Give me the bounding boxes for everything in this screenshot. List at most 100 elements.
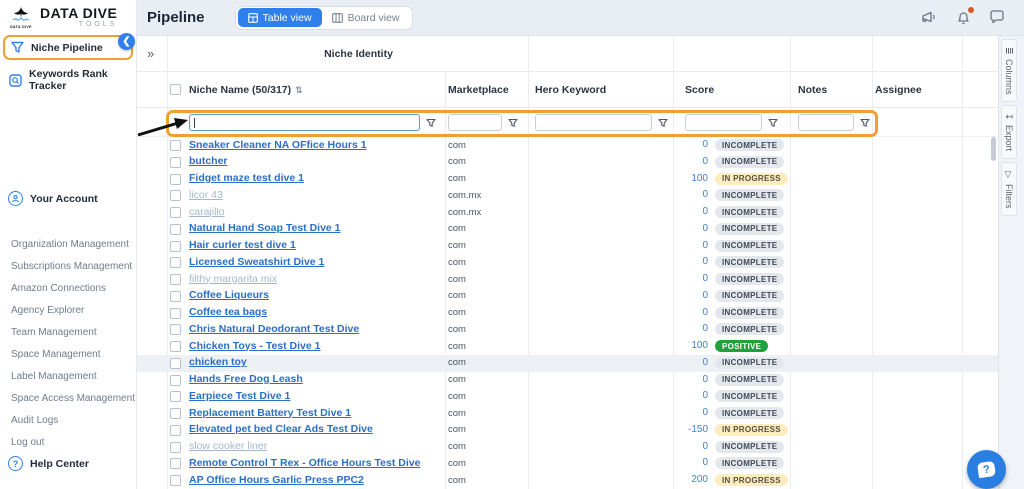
table-row[interactable]: Hands Free Dog Leash com 0 INCOMPLETE [137, 372, 998, 389]
row-checkbox[interactable] [170, 307, 181, 319]
table-row[interactable]: Chris Natural Deodorant Test Dive com 0 INC… [137, 321, 998, 338]
niche-name-link[interactable]: AP Office Hours Garlic Press PPC2 [189, 474, 364, 486]
niche-name-link[interactable]: Remote Control T Rex - Office Hours Test… [189, 457, 420, 469]
filter-funnel-icon[interactable] [860, 118, 870, 128]
table-row[interactable]: slow cooker liner com 0 INCOMPLETE [137, 439, 998, 456]
table-row[interactable]: chicken toy com 0 INCOMPLETE [137, 354, 998, 372]
board-view-button[interactable]: Board view [322, 8, 410, 27]
row-checkbox[interactable] [170, 424, 181, 436]
sidebar-item-your-account[interactable]: Your Account [0, 186, 136, 211]
brand-logo[interactable]: DATA DIVE DATA DIVE TOOLS [0, 0, 136, 29]
row-checkbox[interactable] [170, 140, 181, 151]
table-row[interactable]: Elevated pet bed Clear Ads Test Dive com -… [137, 422, 998, 439]
niche-name-link[interactable]: Replacement Battery Test Dive 1 [189, 407, 351, 419]
niche-name-link[interactable]: butcher [189, 155, 228, 167]
side-tab-columns[interactable]: ≣ Columns [1001, 39, 1017, 103]
expand-rows-icon[interactable]: » [147, 46, 154, 61]
table-row[interactable]: AP Office Hours Garlic Press PPC2 com 200 I… [137, 472, 998, 489]
column-header-notes[interactable]: Notes [798, 72, 827, 108]
row-checkbox[interactable] [170, 156, 181, 168]
sidebar-item-niche-pipeline[interactable]: Niche Pipeline [3, 35, 133, 60]
help-chat-button[interactable]: ? [967, 450, 1006, 489]
filter-funnel-icon[interactable] [508, 118, 518, 128]
row-checkbox[interactable] [170, 240, 181, 252]
niche-name-link[interactable]: Licensed Sweatshirt Dive 1 [189, 256, 324, 268]
niche-name-link[interactable]: Hands Free Dog Leash [189, 373, 303, 385]
sidebar-item-help-center[interactable]: ? Help Center [0, 451, 136, 476]
filter-input-score[interactable] [685, 114, 762, 131]
table-row[interactable]: Sneaker Cleaner NA OFfice Hours 1 com 0 INC… [137, 137, 998, 154]
filter-input-niche_name[interactable] [189, 114, 420, 131]
table-row[interactable]: butcher com 0 INCOMPLETE [137, 154, 998, 171]
column-header-niche-name[interactable]: Niche Name (50/317) ⇅ [189, 72, 303, 108]
table-row[interactable]: Coffee tea bags com 0 INCOMPLETE [137, 305, 998, 322]
table-row[interactable]: Hair curler test dive 1 com 0 INCOMPLETE [137, 238, 998, 255]
column-header-marketplace[interactable]: Marketplace [448, 72, 509, 108]
chat-icon[interactable] [988, 9, 1006, 27]
row-checkbox[interactable] [170, 441, 181, 453]
filter-input-marketplace[interactable] [448, 114, 502, 131]
sidebar-link-space-management[interactable]: Space Management [11, 344, 135, 366]
niche-name-link[interactable]: slow cooker liner [189, 440, 267, 452]
row-checkbox[interactable] [170, 173, 181, 185]
bell-icon[interactable] [954, 6, 974, 27]
niche-name-link[interactable]: Coffee Liqueurs [189, 289, 269, 301]
niche-name-link[interactable]: Earpiece Test Dive 1 [189, 390, 290, 402]
table-row[interactable]: Fidget maze test dive 1 com 100 IN PROGRESS [137, 171, 998, 188]
sidebar-item-keywords-rank-tracker[interactable]: Keywords Rank Tracker [0, 63, 136, 97]
row-checkbox[interactable] [170, 458, 181, 470]
table-row[interactable]: Natural Hand Soap Test Dive 1 com 0 INCOMPL… [137, 221, 998, 238]
side-tab-export[interactable]: ↧ Export [1001, 105, 1017, 159]
side-tab-filters[interactable]: ▽ Filters [1001, 161, 1017, 217]
row-checkbox[interactable] [170, 190, 181, 202]
sidebar-link-amazon-connections[interactable]: Amazon Connections [11, 278, 135, 300]
select-all-checkbox[interactable] [170, 84, 181, 95]
row-checkbox[interactable] [170, 324, 181, 336]
sidebar-link-agency-explorer[interactable]: Agency Explorer [11, 300, 135, 322]
row-checkbox[interactable] [170, 408, 181, 419]
vertical-scrollbar[interactable] [991, 137, 996, 161]
filter-input-notes[interactable] [798, 114, 854, 131]
row-checkbox[interactable] [170, 207, 181, 218]
niche-name-link[interactable]: Chicken Toys - Test Dive 1 [189, 340, 321, 352]
table-row[interactable]: Chicken Toys - Test Dive 1 com 100 POSITIVE [137, 338, 998, 355]
niche-name-link[interactable]: filthy margarita mix [189, 273, 277, 285]
niche-name-link[interactable]: Chris Natural Deodorant Test Dive [189, 323, 359, 335]
table-row[interactable]: Earpiece Test Dive 1 com 0 INCOMPLETE [137, 388, 998, 405]
niche-name-link[interactable]: Coffee tea bags [189, 306, 267, 318]
filter-input-hero_keyword[interactable] [535, 114, 652, 131]
niche-name-link[interactable]: chicken toy [189, 356, 247, 368]
niche-name-link[interactable]: Fidget maze test dive 1 [189, 172, 304, 184]
sidebar-link-team-management[interactable]: Team Management [11, 322, 135, 344]
niche-name-link[interactable]: Hair curler test dive 1 [189, 239, 296, 251]
megaphone-icon[interactable] [920, 9, 938, 27]
column-header-hero-keyword[interactable]: Hero Keyword [535, 72, 606, 108]
table-row[interactable]: carajillo com.mx 0 INCOMPLETE [137, 204, 998, 221]
table-view-button[interactable]: Table view [237, 8, 322, 27]
column-header-score[interactable]: Score [685, 72, 714, 108]
table-row[interactable]: Coffee Liqueurs com 0 INCOMPLETE [137, 288, 998, 305]
sidebar-link-label-management[interactable]: Label Management [11, 366, 135, 388]
niche-name-link[interactable]: Sneaker Cleaner NA OFfice Hours 1 [189, 139, 367, 151]
collapse-sidebar-button[interactable]: ❮ [118, 33, 135, 50]
table-row[interactable]: licor 43 com.mx 0 INCOMPLETE [137, 187, 998, 204]
niche-name-link[interactable]: licor 43 [189, 189, 223, 201]
table-row[interactable]: Remote Control T Rex - Office Hours Test… [137, 455, 998, 472]
table-row[interactable]: filthy margarita mix com 0 INCOMPLETE [137, 271, 998, 288]
niche-name-link[interactable]: Elevated pet bed Clear Ads Test Dive [189, 423, 373, 435]
row-checkbox[interactable] [170, 223, 181, 235]
filter-funnel-icon[interactable] [658, 118, 668, 128]
row-checkbox[interactable] [170, 290, 181, 302]
filter-funnel-icon[interactable] [768, 118, 778, 128]
row-checkbox[interactable] [170, 475, 181, 486]
row-checkbox[interactable] [170, 341, 181, 352]
table-row[interactable]: Replacement Battery Test Dive 1 com 0 INCOM… [137, 405, 998, 422]
niche-name-link[interactable]: Natural Hand Soap Test Dive 1 [189, 222, 341, 234]
sidebar-link-subscriptions-management[interactable]: Subscriptions Management [11, 256, 135, 278]
niche-name-link[interactable]: carajillo [189, 206, 225, 218]
sidebar-link-organization-management[interactable]: Organization Management [11, 234, 135, 256]
row-checkbox[interactable] [170, 357, 181, 369]
sidebar-link-audit-logs[interactable]: Audit Logs [11, 410, 135, 432]
sidebar-link-space-access-management[interactable]: Space Access Management [11, 388, 135, 410]
row-checkbox[interactable] [170, 257, 181, 269]
